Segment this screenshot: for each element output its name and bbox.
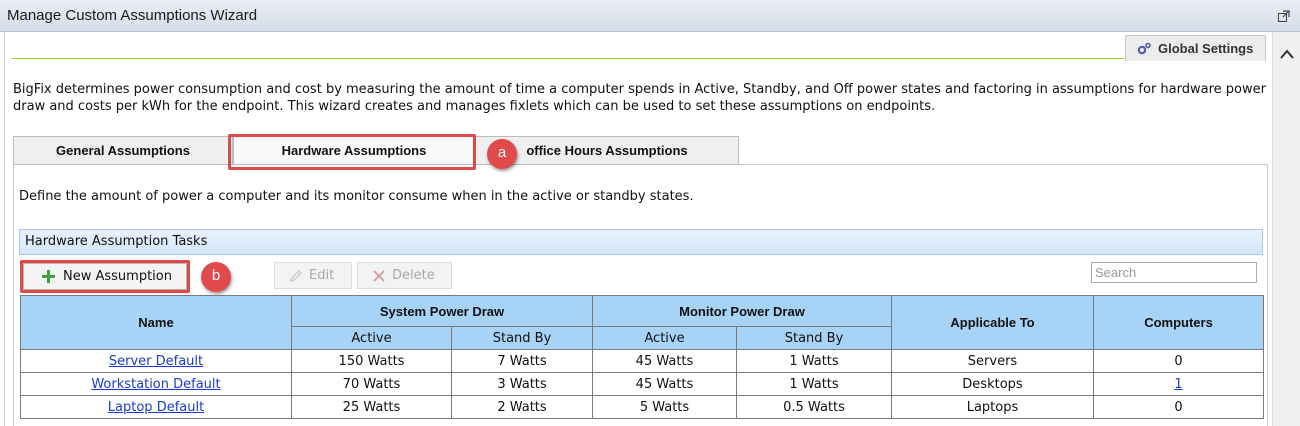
column-group-system-power: System Power Draw bbox=[291, 295, 593, 327]
cell-monitor-active: 45 Watts bbox=[592, 349, 737, 373]
column-header-monitor-standby[interactable]: Stand By bbox=[736, 326, 892, 350]
column-header-system-active[interactable]: Active bbox=[291, 326, 452, 350]
vertical-scrollbar[interactable] bbox=[1272, 32, 1300, 426]
cell-name: Workstation Default bbox=[20, 372, 292, 396]
cell-monitor-active: 45 Watts bbox=[592, 372, 737, 396]
cell-system-active: 25 Watts bbox=[291, 395, 452, 419]
tab-general-assumptions[interactable]: General Assumptions bbox=[13, 136, 233, 165]
assumption-link[interactable]: Workstation Default bbox=[91, 377, 220, 392]
intro-text: BigFix determines power consumption and … bbox=[13, 82, 1266, 114]
annotation-highlight-new bbox=[20, 260, 190, 293]
cell-monitor-standby: 1 Watts bbox=[736, 349, 892, 373]
cell-system-standby: 2 Watts bbox=[451, 395, 593, 419]
column-header-name[interactable]: Name bbox=[20, 295, 292, 350]
column-group-monitor-power: Monitor Power Draw bbox=[592, 295, 892, 327]
header-divider bbox=[12, 58, 1124, 59]
edit-label: Edit bbox=[309, 268, 335, 283]
table-row[interactable]: Server Default 150 Watts 7 Watts 45 Watt… bbox=[20, 349, 1264, 373]
search-input[interactable]: Search bbox=[1091, 262, 1257, 283]
column-header-computers[interactable]: Computers bbox=[1093, 295, 1264, 350]
computers-count-link[interactable]: 1 bbox=[1174, 377, 1182, 392]
pencil-icon bbox=[289, 269, 302, 282]
window-titlebar: Manage Custom Assumptions Wizard bbox=[0, 0, 1300, 32]
scroll-up-arrow-icon[interactable] bbox=[1280, 48, 1294, 60]
delete-button[interactable]: Delete bbox=[357, 262, 452, 289]
cell-monitor-standby: 0.5 Watts bbox=[736, 395, 892, 419]
callout-b: b bbox=[201, 262, 231, 292]
cell-computers: 1 bbox=[1093, 372, 1264, 396]
cell-applicable-to: Desktops bbox=[891, 372, 1094, 396]
delete-label: Delete bbox=[392, 268, 435, 283]
popout-icon[interactable] bbox=[1278, 10, 1290, 22]
section-header: Hardware Assumption Tasks bbox=[19, 229, 1263, 255]
cell-system-standby: 3 Watts bbox=[451, 372, 593, 396]
assumption-link[interactable]: Laptop Default bbox=[108, 400, 204, 415]
annotation-highlight-tab bbox=[228, 134, 476, 170]
window-title: Manage Custom Assumptions Wizard bbox=[7, 7, 258, 24]
cell-system-standby: 7 Watts bbox=[451, 349, 593, 373]
cell-computers: 0 bbox=[1093, 395, 1264, 419]
cell-name: Laptop Default bbox=[20, 395, 292, 419]
assumptions-table: Name System Power Draw Monitor Power Dra… bbox=[20, 295, 1264, 419]
callout-a: a bbox=[487, 139, 517, 169]
column-header-monitor-active[interactable]: Active bbox=[592, 326, 737, 350]
table-row[interactable]: Workstation Default 70 Watts 3 Watts 45 … bbox=[20, 372, 1264, 396]
cell-computers: 0 bbox=[1093, 349, 1264, 373]
cell-system-active: 150 Watts bbox=[291, 349, 452, 373]
cell-monitor-active: 5 Watts bbox=[592, 395, 737, 419]
cell-name: Server Default bbox=[20, 349, 292, 373]
cell-system-active: 70 Watts bbox=[291, 372, 452, 396]
edit-button[interactable]: Edit bbox=[274, 262, 352, 289]
global-settings-button[interactable]: Global Settings bbox=[1125, 35, 1266, 61]
delete-x-icon bbox=[373, 269, 385, 282]
gear-icon bbox=[1137, 42, 1151, 54]
assumption-link[interactable]: Server Default bbox=[109, 354, 203, 369]
cell-applicable-to: Laptops bbox=[891, 395, 1094, 419]
global-settings-label: Global Settings bbox=[1158, 41, 1254, 56]
cell-monitor-standby: 1 Watts bbox=[736, 372, 892, 396]
panel-description: Define the amount of power a computer an… bbox=[19, 189, 694, 204]
cell-applicable-to: Servers bbox=[891, 349, 1094, 373]
column-header-applicable-to[interactable]: Applicable To bbox=[891, 295, 1094, 350]
table-row[interactable]: Laptop Default 25 Watts 2 Watts 5 Watts … bbox=[20, 395, 1264, 419]
column-header-system-standby[interactable]: Stand By bbox=[451, 326, 593, 350]
